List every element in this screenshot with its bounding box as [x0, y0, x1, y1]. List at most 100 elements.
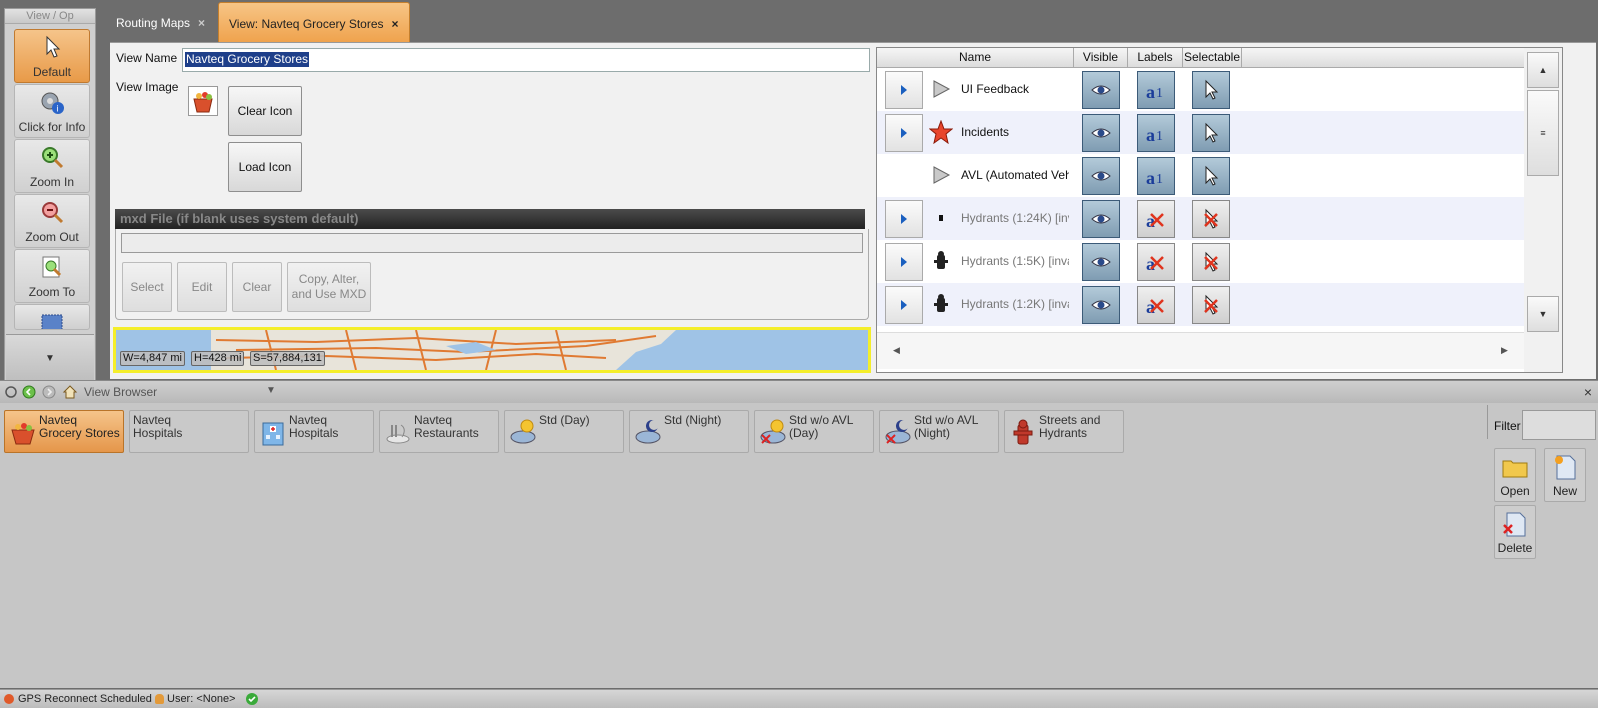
layer-name: UI Feedback — [961, 82, 1030, 96]
pin-icon[interactable] — [4, 385, 18, 399]
view-item-navteq-grocery-stores[interactable]: Navteq Grocery Stores — [4, 410, 124, 453]
column-header-selectable[interactable]: Selectable — [1183, 48, 1242, 67]
visible-toggle[interactable] — [1082, 71, 1120, 109]
scroll-thumb[interactable]: ≡ — [1527, 90, 1559, 176]
mxd-copy-alter-use-button[interactable]: Copy, Alter, and Use MXD — [287, 262, 371, 312]
expand-button[interactable] — [885, 200, 923, 238]
labels-disabled-toggle[interactable]: a — [1137, 243, 1175, 281]
forward-icon[interactable] — [42, 385, 56, 399]
selectable-toggle[interactable] — [1192, 114, 1230, 152]
selectable-disabled-toggle[interactable] — [1192, 286, 1230, 324]
view-item-navteq-hospitals[interactable]: Navteq Hospitals — [129, 410, 249, 453]
map-preview[interactable]: W=4,847 mi H=428 mi S=57,884,131 — [113, 327, 871, 373]
default-tool-button[interactable]: Default — [14, 29, 90, 83]
expand-button[interactable] — [885, 114, 923, 152]
zoom-in-button[interactable]: Zoom In — [14, 139, 90, 193]
mxd-select-button[interactable]: Select — [122, 262, 172, 312]
scroll-up-button[interactable]: ▲ — [1527, 52, 1559, 88]
hydrant-icon — [934, 251, 948, 269]
expand-arrow-icon — [901, 257, 907, 267]
view-item-std-night[interactable]: Std (Night) — [629, 410, 749, 453]
layer-row[interactable]: Incidents a1 — [877, 111, 1525, 154]
view-editor-panel: View Name Navteq Grocery Stores View Ima… — [110, 42, 1596, 379]
expand-button[interactable] — [885, 243, 923, 281]
tab-routing-maps[interactable]: Routing Maps × — [106, 0, 216, 42]
folder-icon — [1502, 460, 1528, 478]
scroll-right-icon[interactable]: ▶ — [1501, 345, 1508, 356]
clear-icon-button[interactable]: Clear Icon — [228, 86, 302, 136]
layer-row[interactable]: Hydrants (1:24K) [inva a — [877, 197, 1525, 240]
labels-toggle[interactable]: a1 — [1137, 157, 1175, 195]
home-icon[interactable] — [62, 384, 78, 400]
zoom-to-button[interactable]: Zoom To — [14, 249, 90, 303]
scroll-down-button[interactable]: ▼ — [1527, 296, 1559, 332]
mxd-edit-button[interactable]: Edit — [177, 262, 227, 312]
filter-input[interactable] — [1522, 410, 1596, 440]
view-name-field[interactable]: Navteq Grocery Stores — [182, 48, 870, 72]
mxd-file-header: mxd File (if blank uses system default) — [115, 209, 865, 229]
map-scale-readout: S=57,884,131 — [250, 351, 325, 366]
gps-status-icon — [4, 694, 14, 704]
layer-row[interactable]: Hydrants (1:5K) [invali a — [877, 240, 1525, 283]
map-height-readout: H=428 mi — [191, 351, 245, 366]
horizontal-scrollbar[interactable]: ◀ ▶ — [877, 332, 1525, 369]
expand-button[interactable] — [885, 71, 923, 109]
zoom-in-icon — [42, 147, 64, 169]
tab-view-navteq-grocery-stores[interactable]: View: Navteq Grocery Stores × — [218, 2, 410, 43]
visible-toggle[interactable] — [1082, 157, 1120, 195]
visible-toggle[interactable] — [1082, 114, 1120, 152]
labels-toggle[interactable]: a1 — [1137, 71, 1175, 109]
view-item-navteq-hospitals-2[interactable]: Navteq Hospitals — [254, 410, 374, 453]
selectable-disabled-toggle[interactable] — [1192, 243, 1230, 281]
column-header-name[interactable]: Name — [877, 48, 1074, 67]
tool-rail: View / Op Default i Click for Info Zoom … — [4, 8, 96, 386]
click-for-info-button[interactable]: i Click for Info — [14, 84, 90, 138]
column-header-visible[interactable]: Visible — [1074, 48, 1128, 67]
load-icon-button[interactable]: Load Icon — [228, 142, 302, 192]
delete-view-button[interactable]: Delete — [1494, 505, 1536, 559]
eye-icon — [1091, 85, 1111, 95]
visible-toggle[interactable] — [1082, 200, 1120, 238]
selectable-toggle[interactable] — [1192, 71, 1230, 109]
selectable-disabled-toggle[interactable] — [1192, 200, 1230, 238]
open-view-button[interactable]: Open — [1494, 448, 1536, 502]
view-item-std-day[interactable]: Std (Day) — [504, 410, 624, 453]
close-icon[interactable]: × — [392, 17, 399, 31]
view-item-navteq-restaurants[interactable]: Navteq Restaurants — [379, 410, 499, 453]
labels-toggle[interactable]: a1 — [1137, 114, 1175, 152]
expand-button[interactable] — [885, 286, 923, 324]
layer-row[interactable]: AVL (Automated Vehic a1 — [877, 154, 1525, 197]
labels-disabled-toggle[interactable]: a — [1137, 286, 1175, 324]
zoom-in-label: Zoom In — [29, 175, 74, 189]
new-view-button[interactable]: New — [1544, 448, 1586, 502]
mxd-path-field[interactable] — [121, 233, 863, 253]
view-item-streets-and-hydrants[interactable]: Streets and Hydrants — [1004, 410, 1124, 453]
tab-routing-maps-label: Routing Maps — [116, 16, 191, 30]
eye-icon — [1091, 300, 1111, 310]
selectable-toggle[interactable] — [1192, 157, 1230, 195]
close-icon[interactable]: × — [1584, 381, 1592, 403]
visible-toggle[interactable] — [1082, 243, 1120, 281]
expand-arrow-icon — [901, 128, 907, 138]
layer-row[interactable]: Hydrants (1:2K) [invali a — [877, 283, 1525, 326]
eye-icon — [1091, 171, 1111, 181]
mxd-clear-button[interactable]: Clear — [232, 262, 282, 312]
layers-grid-header: Name Visible Labels Selectable — [877, 48, 1525, 68]
labels-disabled-toggle[interactable]: a — [1137, 200, 1175, 238]
open-label: Open — [1500, 484, 1530, 498]
close-icon[interactable]: × — [198, 16, 205, 30]
visible-toggle[interactable] — [1082, 286, 1120, 324]
eye-icon — [1091, 257, 1111, 267]
back-icon[interactable] — [22, 385, 36, 399]
select-area-tool-button[interactable] — [14, 304, 90, 330]
layer-row[interactable]: UI Feedback a1 — [877, 68, 1525, 111]
column-header-labels[interactable]: Labels — [1128, 48, 1183, 67]
vertical-scrollbar[interactable]: ▲ ≡ ▼ — [1524, 47, 1563, 373]
scroll-left-icon[interactable]: ◀ — [893, 345, 900, 356]
view-item-std-wo-avl-day[interactable]: Std w/o AVL (Day) — [754, 410, 874, 453]
zoom-out-button[interactable]: Zoom Out — [14, 194, 90, 248]
chevron-down-icon[interactable]: ▼ — [266, 385, 276, 396]
svg-text:i: i — [57, 104, 59, 114]
view-item-std-wo-avl-night[interactable]: Std w/o AVL (Night) — [879, 410, 999, 453]
rail-more-button[interactable]: ▼ — [6, 334, 94, 383]
